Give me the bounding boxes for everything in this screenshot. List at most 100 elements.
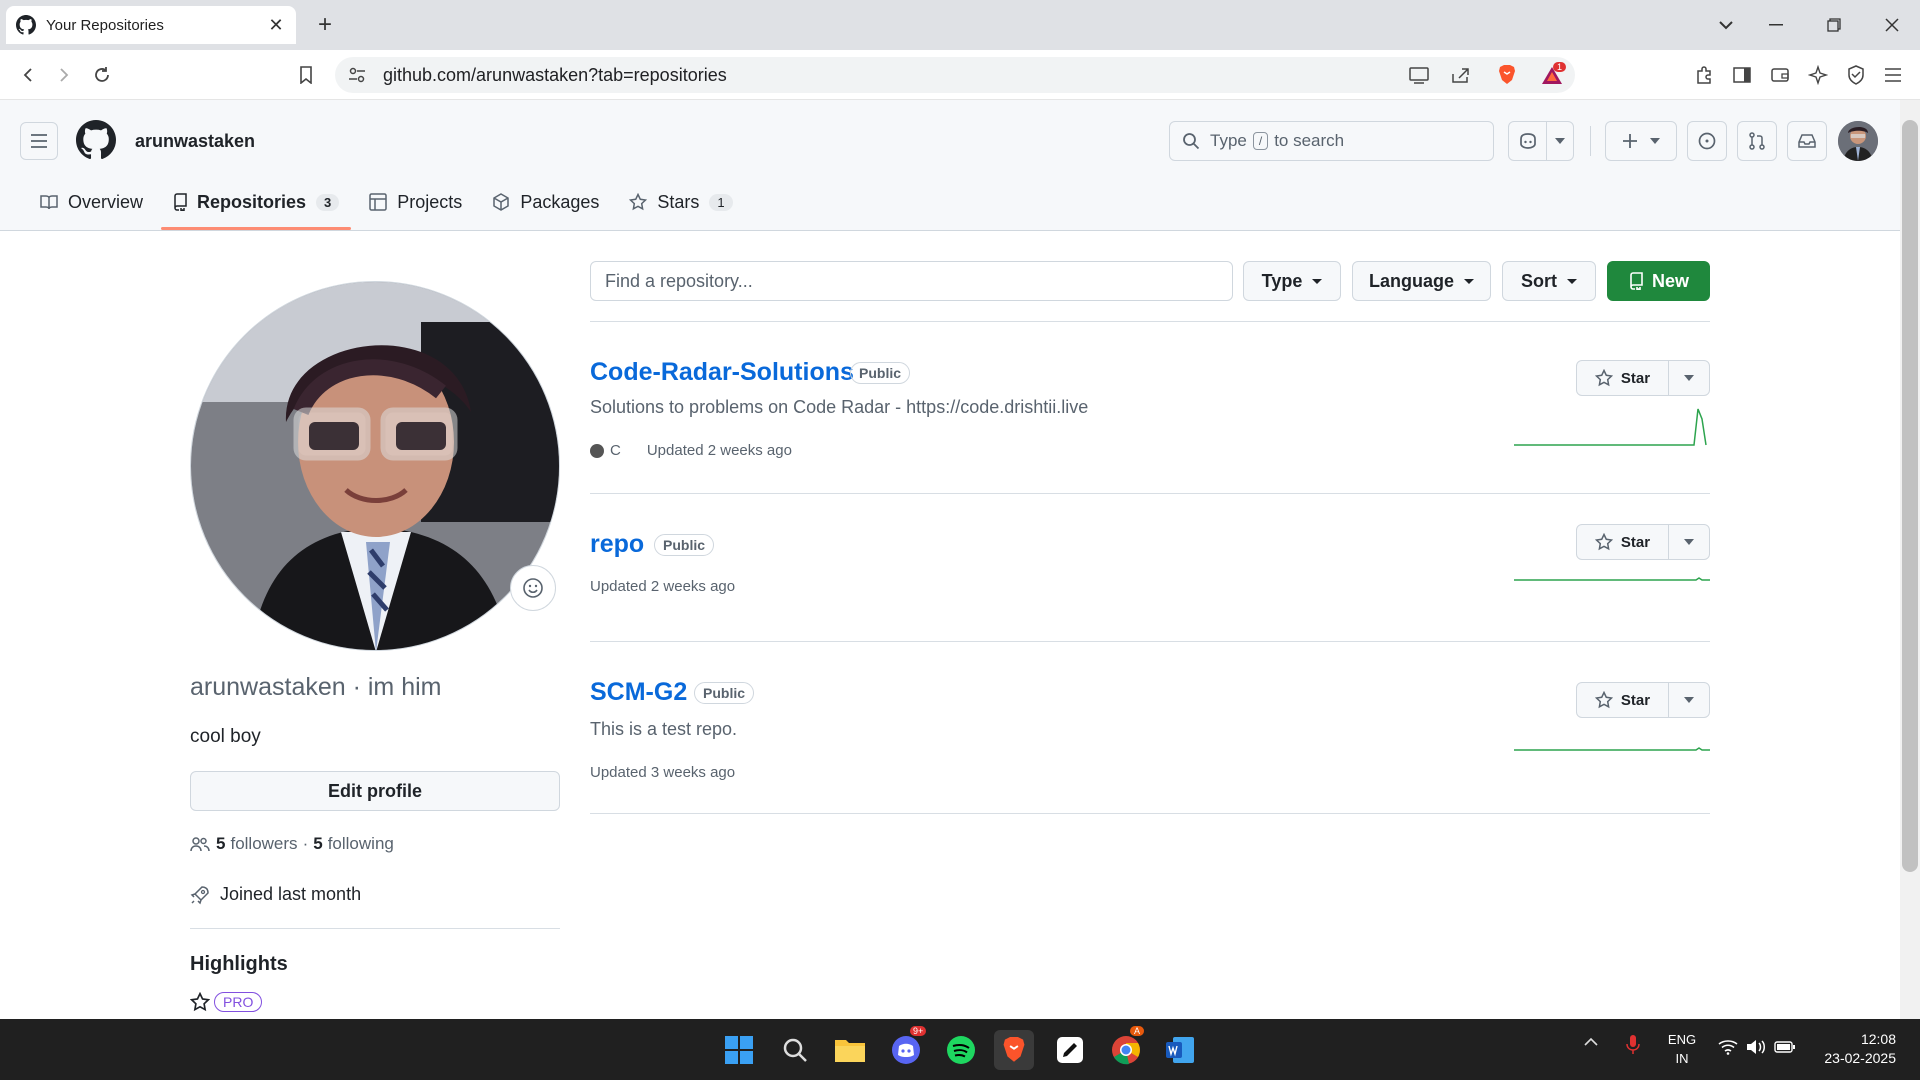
profile-photo bbox=[191, 282, 559, 650]
spotify-button[interactable] bbox=[941, 1030, 981, 1070]
hamburger-icon bbox=[31, 134, 47, 148]
visibility-badge: Public bbox=[850, 362, 911, 384]
bookmark-icon[interactable] bbox=[292, 62, 320, 88]
discord-badge: 9+ bbox=[910, 1026, 927, 1036]
highlights-title: Highlights bbox=[190, 953, 288, 975]
following-link[interactable]: 5 following bbox=[313, 834, 394, 854]
following-label: following bbox=[327, 834, 394, 853]
followers-label: followers bbox=[230, 834, 298, 853]
github-header: arunwastaken Type / to search Overview R… bbox=[0, 100, 1900, 231]
input-language-indicator[interactable]: ENG IN bbox=[1662, 1030, 1702, 1068]
wifi-icon[interactable] bbox=[1718, 1039, 1738, 1055]
file-explorer-button[interactable] bbox=[830, 1030, 870, 1070]
search-icon bbox=[1183, 133, 1200, 150]
star-button-group: Star bbox=[1576, 682, 1710, 718]
star-button[interactable]: Star bbox=[1577, 683, 1669, 717]
taskbar-search-button[interactable] bbox=[775, 1030, 815, 1070]
browser-tab-title: Your Repositories bbox=[46, 16, 164, 34]
share-icon[interactable] bbox=[1449, 64, 1473, 86]
clock-date: 23-02-2025 bbox=[1824, 1050, 1896, 1066]
battery-icon[interactable] bbox=[1774, 1040, 1796, 1054]
follow-stats: 5 followers · 5 following bbox=[190, 834, 394, 854]
tab-projects[interactable]: Projects bbox=[357, 182, 474, 222]
forward-button[interactable] bbox=[50, 62, 78, 88]
issues-button[interactable] bbox=[1687, 121, 1727, 161]
repo-name-link[interactable]: SCM-G2 bbox=[590, 678, 687, 707]
address-toolbar: github.com/arunwastaken?tab=repositories… bbox=[0, 50, 1920, 100]
star-button[interactable]: Star bbox=[1577, 525, 1669, 559]
set-status-button[interactable] bbox=[510, 565, 556, 611]
star-list-dropdown[interactable] bbox=[1669, 683, 1709, 717]
tab-packages[interactable]: Packages bbox=[480, 182, 611, 222]
volume-icon[interactable] bbox=[1746, 1039, 1766, 1055]
system-clock[interactable]: 12:08 23-02-2025 bbox=[1806, 1030, 1896, 1068]
close-window-button[interactable] bbox=[1872, 10, 1912, 40]
url-text: github.com/arunwastaken?tab=repositories bbox=[383, 65, 727, 85]
new-tab-button[interactable]: + bbox=[312, 12, 338, 38]
repo-updated: Updated 2 weeks ago bbox=[590, 578, 736, 595]
edit-profile-button[interactable]: Edit profile bbox=[190, 771, 560, 811]
github-logo-icon[interactable] bbox=[76, 120, 116, 160]
page-scrollbar-thumb[interactable] bbox=[1902, 120, 1918, 872]
user-avatar-menu[interactable] bbox=[1838, 121, 1878, 161]
windows-taskbar: 9+ A ENG IN 12:08 23-02-2025 bbox=[0, 1019, 1920, 1080]
create-new-button[interactable] bbox=[1605, 121, 1677, 161]
chrome-button[interactable]: A bbox=[1106, 1026, 1146, 1070]
tab-projects-label: Projects bbox=[397, 191, 463, 212]
star-button[interactable]: Star bbox=[1577, 361, 1669, 395]
plus-icon bbox=[1623, 134, 1637, 148]
extensions-icon[interactable] bbox=[1691, 63, 1717, 87]
browser-tab-active[interactable]: Your Repositories ✕ bbox=[6, 6, 296, 44]
word-button[interactable] bbox=[1160, 1030, 1200, 1070]
reload-button[interactable] bbox=[88, 62, 116, 88]
repo-list-item: Code-Radar-Solutions Public Solutions to… bbox=[590, 322, 1710, 494]
language-filter-button[interactable]: Language bbox=[1352, 261, 1491, 301]
pro-badge: PRO bbox=[214, 992, 263, 1012]
browser-menu-icon[interactable] bbox=[1880, 63, 1906, 87]
tab-search-chevron-icon[interactable] bbox=[1706, 10, 1746, 40]
chevron-down-icon bbox=[1312, 278, 1323, 284]
star-icon bbox=[1594, 369, 1613, 387]
brave-rewards-icon[interactable]: 1 bbox=[1537, 62, 1567, 86]
vpn-shield-icon[interactable] bbox=[1843, 63, 1869, 87]
brave-taskbar-button[interactable] bbox=[994, 1030, 1034, 1070]
global-nav-menu-button[interactable] bbox=[20, 122, 58, 160]
tab-stars[interactable]: Stars 1 bbox=[617, 182, 744, 222]
pull-requests-button[interactable] bbox=[1737, 121, 1777, 161]
back-button[interactable] bbox=[14, 62, 42, 88]
discord-button[interactable]: 9+ bbox=[886, 1026, 927, 1070]
followers-link[interactable]: 5 followers bbox=[216, 834, 298, 854]
copilot-button[interactable] bbox=[1508, 121, 1574, 161]
omnibox[interactable]: github.com/arunwastaken?tab=repositories… bbox=[335, 57, 1575, 93]
git-pull-request-icon bbox=[1749, 132, 1765, 150]
header-username-link[interactable]: arunwastaken bbox=[135, 131, 255, 152]
brave-shields-icon[interactable] bbox=[1495, 64, 1519, 86]
start-button[interactable] bbox=[719, 1030, 759, 1070]
inbox-button[interactable] bbox=[1787, 121, 1827, 161]
repo-name-link[interactable]: repo bbox=[590, 530, 644, 559]
microphone-icon[interactable] bbox=[1626, 1034, 1640, 1056]
wallet-icon[interactable] bbox=[1767, 63, 1793, 87]
stars-count: 1 bbox=[709, 193, 733, 211]
tab-repositories[interactable]: Repositories 3 bbox=[161, 182, 352, 230]
tab-overview[interactable]: Overview bbox=[28, 182, 155, 222]
sidebar-icon[interactable] bbox=[1729, 63, 1755, 87]
star-list-dropdown[interactable] bbox=[1669, 525, 1709, 559]
leo-ai-icon[interactable] bbox=[1805, 63, 1831, 87]
global-search-input[interactable]: Type / to search bbox=[1169, 121, 1494, 161]
show-hidden-icons-chevron-icon[interactable] bbox=[1584, 1037, 1598, 1047]
minimize-button[interactable] bbox=[1756, 10, 1796, 40]
app-taskbar-button[interactable] bbox=[1050, 1030, 1090, 1070]
close-tab-icon[interactable]: ✕ bbox=[266, 15, 286, 35]
restore-button[interactable] bbox=[1814, 10, 1854, 40]
star-list-dropdown[interactable] bbox=[1669, 361, 1709, 395]
type-filter-button[interactable]: Type bbox=[1243, 261, 1341, 301]
cast-icon[interactable] bbox=[1407, 64, 1431, 86]
copilot-icon bbox=[1519, 133, 1536, 149]
find-repository-input[interactable] bbox=[590, 261, 1233, 301]
repo-name-link[interactable]: Code-Radar-Solutions bbox=[590, 358, 854, 387]
profile-avatar[interactable] bbox=[190, 281, 560, 651]
site-settings-icon[interactable] bbox=[345, 64, 369, 86]
sort-button[interactable]: Sort bbox=[1502, 261, 1596, 301]
new-repository-button[interactable]: New bbox=[1607, 261, 1710, 301]
